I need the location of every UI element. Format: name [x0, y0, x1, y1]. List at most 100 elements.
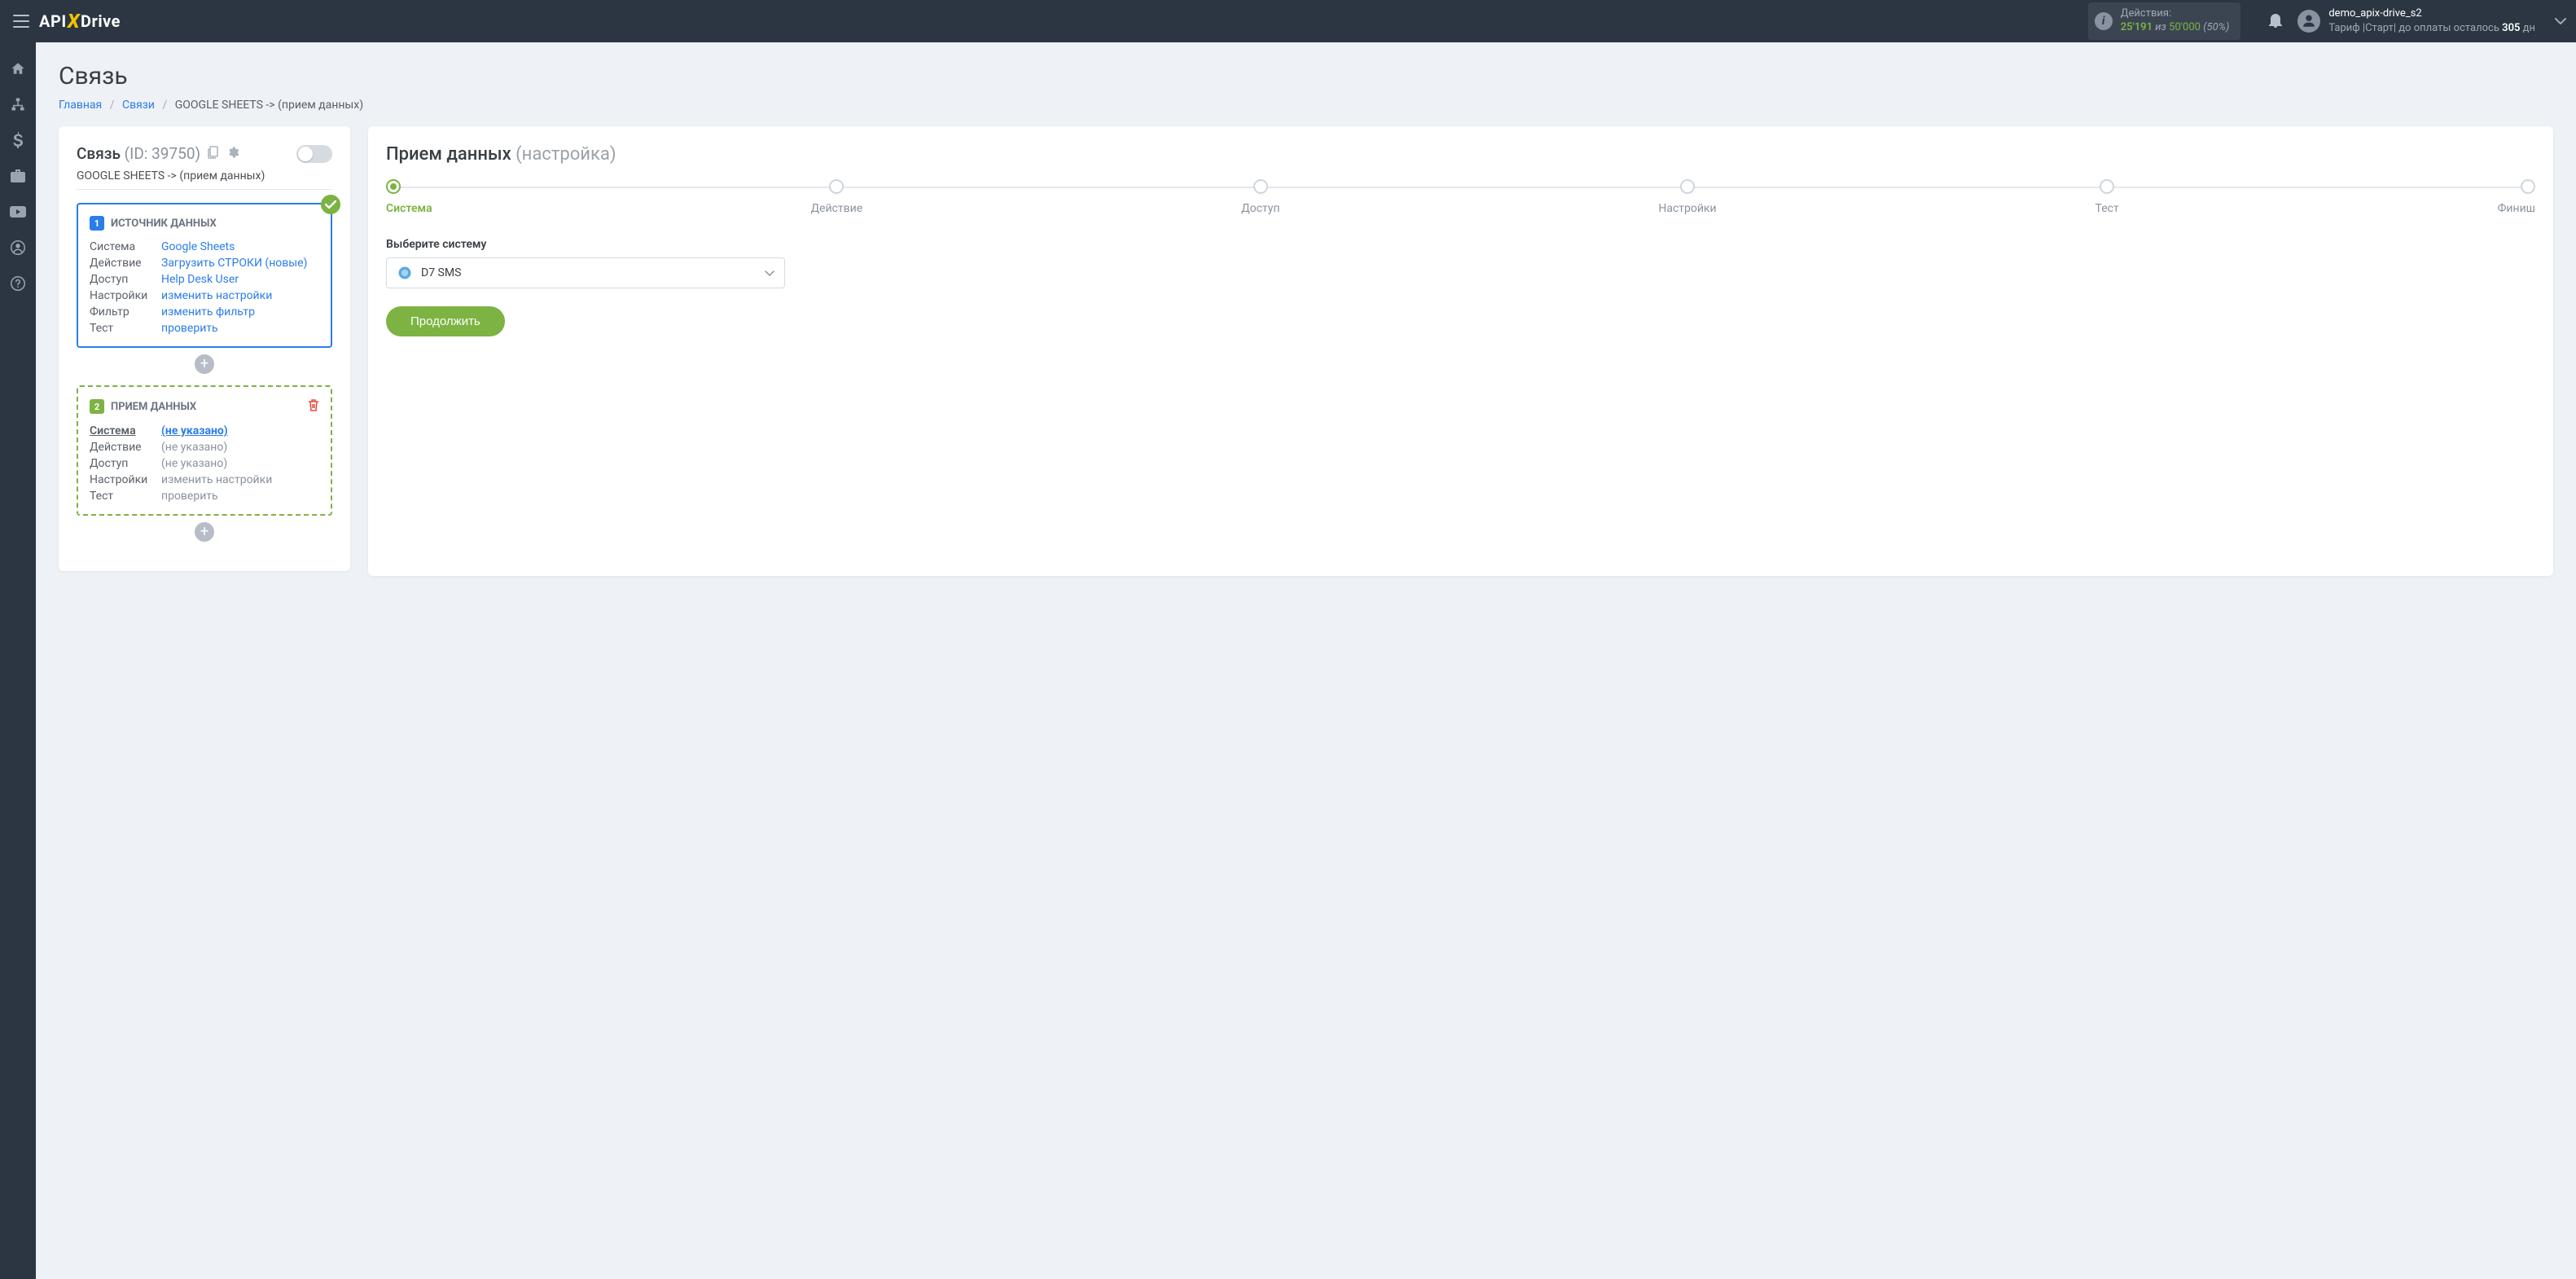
info-icon: i: [2095, 12, 2113, 30]
row-label: Настройки: [90, 289, 161, 302]
dest-num: 2: [90, 399, 104, 414]
row-value[interactable]: Help Desk User: [161, 273, 239, 286]
row-value[interactable]: (не указано): [161, 424, 228, 437]
step[interactable]: Система: [386, 179, 432, 215]
connection-id: (ID: 39750): [125, 144, 200, 163]
user-circle-icon: [11, 240, 25, 255]
breadcrumb-links[interactable]: Связи: [122, 99, 155, 112]
connection-title: Связь (ID: 39750): [77, 144, 239, 163]
breadcrumb: Главная / Связи / GOOGLE SHEETS -> (прие…: [59, 99, 2553, 112]
trash-icon: [308, 398, 319, 411]
row-label: Фильтр: [90, 305, 161, 319]
dest-title: ПРИЕМ ДАННЫХ: [111, 401, 196, 413]
sitemap-icon: [11, 97, 25, 112]
actions-pct: (50%): [2203, 21, 2229, 33]
row-label: Тест: [90, 322, 161, 335]
dest-block-title: 2 ПРИЕМ ДАННЫХ: [90, 398, 319, 415]
source-num: 1: [90, 216, 104, 231]
connection-card: Связь (ID: 39750) GOOGLE SHEETS -> (прие…: [59, 126, 350, 571]
stepper: Система Действие Доступ Настройки Тест Финиш: [386, 179, 2535, 215]
add-source-button[interactable]: +: [195, 354, 214, 374]
nav-video[interactable]: [10, 204, 26, 220]
step-dot: [1253, 179, 1268, 194]
user-block[interactable]: demo_apix-drive_s2 Тариф |Старт| до опла…: [2297, 7, 2535, 35]
row-label: Настройки: [90, 473, 161, 486]
nav-user[interactable]: [10, 240, 26, 256]
add-dest-button[interactable]: +: [195, 522, 214, 542]
dest-row: Действие(не указано): [90, 439, 319, 455]
logo-text-drive: Drive: [81, 11, 121, 31]
notifications-button[interactable]: [2268, 11, 2283, 31]
row-label: Тест: [90, 490, 161, 503]
setup-title: Прием данных (настройка): [386, 144, 2535, 165]
breadcrumb-current: GOOGLE SHEETS -> (прием данных): [175, 99, 363, 112]
step[interactable]: Финиш: [2498, 179, 2535, 215]
step[interactable]: Настройки: [1658, 179, 1716, 215]
dest-row: Система(не указано): [90, 423, 319, 439]
row-value: изменить настройки: [161, 473, 272, 486]
nav-connections[interactable]: [10, 96, 26, 112]
setup-hint: (настройка): [516, 144, 616, 165]
nav-billing[interactable]: [10, 132, 26, 148]
menu-button[interactable]: [10, 10, 33, 33]
delete-dest-button[interactable]: [308, 398, 319, 415]
dollar-icon: [13, 132, 23, 148]
row-label: Доступ: [90, 457, 161, 470]
youtube-icon: [10, 206, 26, 218]
user-info: demo_apix-drive_s2 Тариф |Старт| до опла…: [2328, 7, 2535, 35]
step-dot: [2521, 179, 2535, 194]
settings-icon[interactable]: [226, 144, 239, 163]
logo-text-api: API: [39, 11, 67, 31]
enable-toggle[interactable]: [296, 145, 332, 163]
check-icon: [325, 200, 336, 209]
actions-text: Действия: 25'191 из 50'000 (50%): [2121, 7, 2230, 35]
continue-button[interactable]: Продолжить: [386, 306, 505, 336]
content: Связь Главная / Связи / GOOGLE SHEETS ->…: [36, 42, 2576, 1279]
source-row: ДействиеЗагрузить СТРОКИ (новые): [90, 255, 319, 271]
step[interactable]: Доступ: [1241, 179, 1279, 215]
home-icon: [11, 61, 25, 76]
copy-icon[interactable]: [208, 144, 219, 163]
bell-icon: [2268, 11, 2283, 28]
row-value[interactable]: изменить настройки: [161, 289, 272, 302]
dest-row: Тестпроверить: [90, 488, 319, 504]
row-value: (не указано): [161, 441, 227, 454]
step-label: Система: [386, 202, 432, 215]
step[interactable]: Действие: [811, 179, 863, 215]
header-expand-button[interactable]: [2555, 15, 2566, 28]
row-label: Действие: [90, 441, 161, 454]
source-block: 1 ИСТОЧНИК ДАННЫХ СистемаGoogle SheetsДе…: [77, 203, 332, 348]
sidebar: [0, 42, 36, 1279]
row-value[interactable]: проверить: [161, 322, 218, 335]
row-value[interactable]: Google Sheets: [161, 240, 235, 253]
page-title: Связь: [59, 62, 2553, 90]
user-plan: Тариф |Старт| до оплаты осталось 305 дн: [2328, 21, 2535, 36]
check-badge: [321, 195, 340, 214]
select-system-label: Выберите систему: [386, 238, 2535, 251]
step-label: Тест: [2095, 202, 2119, 215]
hamburger-icon: [13, 15, 29, 28]
logo-text-x: X: [68, 10, 80, 33]
source-row: Тестпроверить: [90, 320, 319, 336]
step-dot: [829, 179, 844, 194]
source-row: СистемаGoogle Sheets: [90, 239, 319, 255]
step-dot: [1680, 179, 1695, 194]
nav-briefcase[interactable]: [10, 168, 26, 184]
breadcrumb-home[interactable]: Главная: [59, 99, 102, 112]
dest-row: Настройкиизменить настройки: [90, 472, 319, 488]
source-row: Настройкиизменить настройки: [90, 288, 319, 304]
row-value: (не указано): [161, 457, 227, 470]
app-header: API X Drive i Действия: 25'191 из 50'000…: [0, 0, 2576, 42]
row-value[interactable]: изменить фильтр: [161, 305, 255, 319]
step[interactable]: Тест: [2095, 179, 2119, 215]
nav-help[interactable]: [10, 275, 26, 292]
nav-home[interactable]: [10, 60, 26, 77]
actions-box[interactable]: i Действия: 25'191 из 50'000 (50%): [2088, 2, 2241, 40]
row-value[interactable]: Загрузить СТРОКИ (новые): [161, 257, 307, 270]
system-select[interactable]: D7 SMS: [386, 257, 785, 288]
logo[interactable]: API X Drive: [39, 10, 121, 33]
service-icon: [397, 265, 413, 281]
chevron-down-icon: [765, 266, 775, 279]
source-row: Фильтризменить фильтр: [90, 304, 319, 320]
row-label: Действие: [90, 257, 161, 270]
